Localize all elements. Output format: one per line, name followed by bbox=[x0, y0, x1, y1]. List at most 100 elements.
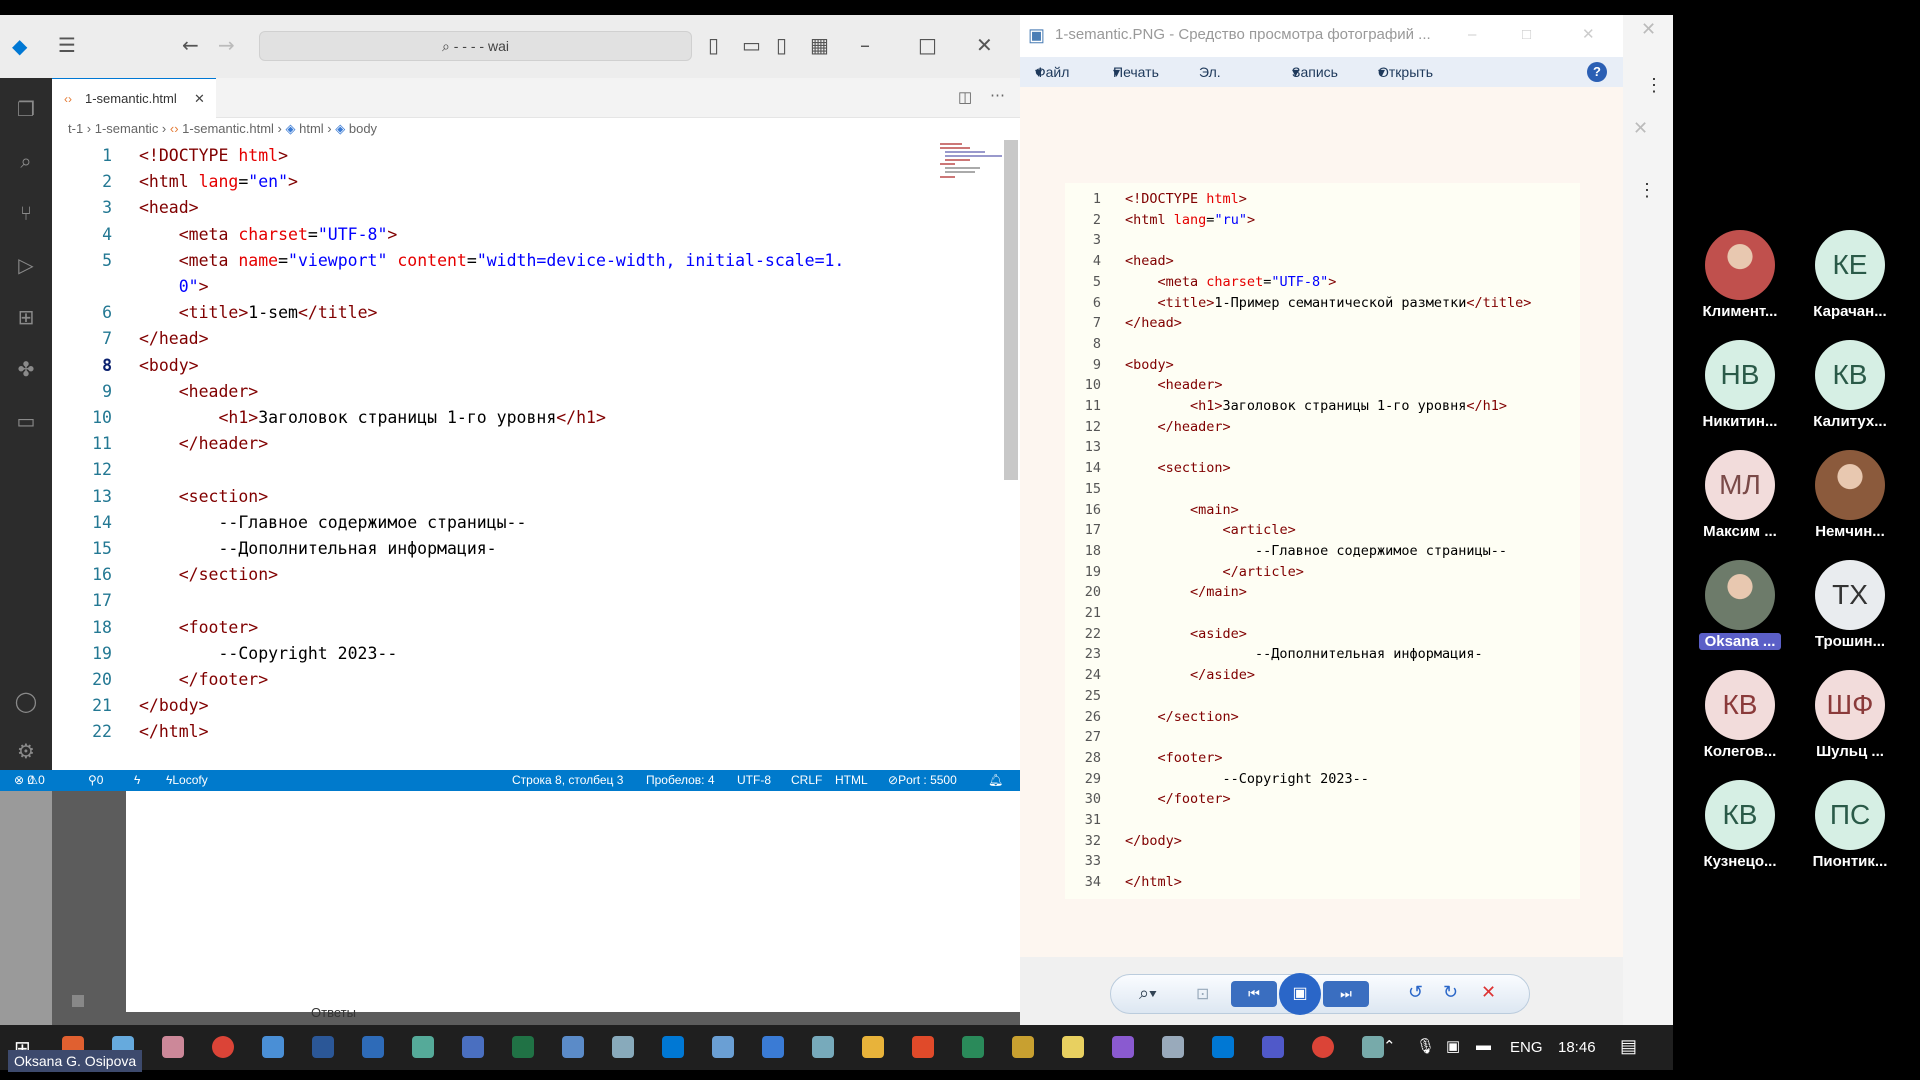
explorer-icon[interactable]: ❐ bbox=[13, 96, 39, 122]
app-icon[interactable] bbox=[812, 1036, 834, 1058]
network-icon[interactable]: ▣ bbox=[1446, 1037, 1460, 1055]
extensions-icon[interactable]: ⊞ bbox=[13, 304, 39, 330]
code-line[interactable]: </html> bbox=[139, 722, 209, 741]
participant-avatar[interactable]: ШФ bbox=[1815, 670, 1885, 740]
back-arrow-icon[interactable]: ← bbox=[182, 33, 199, 57]
participant-avatar[interactable]: КЕ bbox=[1815, 230, 1885, 300]
participant-photo[interactable] bbox=[1705, 230, 1775, 300]
participant-avatar[interactable]: ПС bbox=[1815, 780, 1885, 850]
breadcrumb-item[interactable]: body bbox=[349, 121, 377, 136]
teams-icon[interactable] bbox=[1262, 1036, 1284, 1058]
close-icon[interactable]: ✕ bbox=[1641, 19, 1656, 40]
tab-1-semantic-html[interactable]: ‹› 1-semantic.html ✕ bbox=[52, 78, 216, 118]
lightning-icon[interactable]: ϟ bbox=[134, 770, 140, 791]
zoom-icon[interactable]: ⌕▾ bbox=[1139, 983, 1157, 1004]
menu-file[interactable]: Файл ▾ bbox=[1035, 57, 1069, 87]
code-line[interactable]: </footer> bbox=[139, 670, 268, 689]
clock[interactable]: 18:46 bbox=[1558, 1039, 1596, 1056]
app-icon[interactable] bbox=[462, 1036, 484, 1058]
search-icon[interactable]: ⌕ bbox=[13, 148, 39, 174]
encoding[interactable]: UTF-8 bbox=[737, 770, 771, 791]
code-line[interactable]: 0"> bbox=[139, 277, 209, 296]
code-line[interactable]: </header> bbox=[139, 434, 268, 453]
participant-avatar[interactable]: ТХ bbox=[1815, 560, 1885, 630]
app-icon[interactable] bbox=[762, 1036, 784, 1058]
code-line[interactable]: <h1>Заголовок страницы 1-го уровня</h1> bbox=[139, 408, 605, 427]
code-line[interactable]: <title>1-sem</title> bbox=[139, 303, 378, 322]
split-editor-icon[interactable]: ◫ bbox=[958, 88, 972, 106]
more-actions-icon[interactable]: ⋯ bbox=[990, 86, 1005, 104]
ports-indicator[interactable]: ⚲ 0 bbox=[88, 770, 103, 791]
figma-icon[interactable]: ✤ bbox=[13, 356, 39, 382]
breadcrumb-item[interactable]: 1-semantic bbox=[95, 121, 159, 136]
app-icon[interactable] bbox=[712, 1036, 734, 1058]
menu-icon[interactable]: ☰ bbox=[58, 33, 76, 57]
code-line[interactable]: </body> bbox=[139, 696, 209, 715]
help-icon[interactable]: ? bbox=[1587, 62, 1607, 82]
next-button[interactable]: ⏭ bbox=[1323, 981, 1369, 1007]
app-icon[interactable] bbox=[1112, 1036, 1134, 1058]
breadcrumb-item[interactable]: t-1 bbox=[68, 121, 83, 136]
chrome-icon[interactable] bbox=[212, 1036, 234, 1058]
more-vertical-icon[interactable]: ⋮ bbox=[1638, 180, 1656, 201]
code-line[interactable]: <!DOCTYPE html> bbox=[139, 146, 288, 165]
app-icon[interactable] bbox=[1012, 1036, 1034, 1058]
excel-icon[interactable] bbox=[512, 1036, 534, 1058]
code-line[interactable]: </section> bbox=[139, 565, 278, 584]
maximize-icon[interactable]: □ bbox=[1522, 15, 1531, 55]
app-icon[interactable] bbox=[412, 1036, 434, 1058]
participant-avatar[interactable]: МЛ bbox=[1705, 450, 1775, 520]
notifications-bell-icon[interactable]: 🔔︎ bbox=[988, 770, 1003, 791]
battery-icon[interactable]: ▬ bbox=[1476, 1037, 1491, 1054]
minimap[interactable] bbox=[937, 140, 1002, 185]
file-explorer-icon[interactable] bbox=[862, 1036, 884, 1058]
menu-print[interactable]: Печать ▾ bbox=[1113, 57, 1159, 87]
locofy-status[interactable]: ϟ Locofy bbox=[166, 770, 208, 791]
customize-layout-icon[interactable]: ▦ bbox=[810, 33, 829, 57]
minimize-icon[interactable]: – bbox=[1468, 15, 1476, 55]
app-icon[interactable] bbox=[362, 1036, 384, 1058]
code-line[interactable]: --Дополнительная информация- bbox=[139, 539, 496, 558]
brave-icon[interactable] bbox=[912, 1036, 934, 1058]
maximize-icon[interactable]: □ bbox=[918, 33, 937, 57]
toggle-sidebar-icon[interactable]: ▯ bbox=[708, 33, 719, 57]
input-language[interactable]: ENG bbox=[1510, 1039, 1543, 1056]
more-vertical-icon[interactable]: ⋮ bbox=[1645, 75, 1663, 96]
slideshow-button[interactable]: ▣ bbox=[1279, 973, 1321, 1015]
code-line[interactable]: <head> bbox=[139, 198, 199, 217]
vscode-icon[interactable] bbox=[1212, 1036, 1234, 1058]
code-line[interactable]: <meta name="viewport" content="width=dev… bbox=[139, 251, 845, 270]
language-mode[interactable]: HTML bbox=[835, 770, 868, 791]
folder-icon[interactable]: ▭ bbox=[13, 408, 39, 434]
command-search-input[interactable]: ⌕ - - - - wai bbox=[259, 31, 692, 61]
microphone-icon[interactable]: 🎙︎ bbox=[1416, 1037, 1435, 1055]
problems-indicator[interactable]: ⊗ 0 ⚠ 0 bbox=[14, 770, 45, 791]
code-line[interactable]: <footer> bbox=[139, 618, 258, 637]
delete-icon[interactable]: ✕ bbox=[1481, 982, 1496, 1003]
close-icon[interactable]: ✕ bbox=[1582, 15, 1595, 55]
app-icon[interactable] bbox=[262, 1036, 284, 1058]
rotate-right-icon[interactable]: ↻ bbox=[1443, 982, 1458, 1003]
cursor-position[interactable]: Строка 8, столбец 3 bbox=[512, 770, 623, 791]
menu-open[interactable]: Открыть ▾ bbox=[1378, 57, 1433, 87]
code-line[interactable]: <section> bbox=[139, 487, 268, 506]
participant-avatar[interactable]: НВ bbox=[1705, 340, 1775, 410]
end-of-line[interactable]: CRLF bbox=[791, 770, 822, 791]
account-icon[interactable]: ◯ bbox=[13, 688, 39, 714]
minimize-icon[interactable]: – bbox=[860, 33, 870, 57]
menu-burn[interactable]: Запись ▾ bbox=[1292, 57, 1338, 87]
code-line[interactable]: </head> bbox=[139, 329, 209, 348]
app-icon[interactable] bbox=[162, 1036, 184, 1058]
app-icon[interactable] bbox=[1162, 1036, 1184, 1058]
close-icon[interactable]: ✕ bbox=[976, 33, 993, 57]
code-line[interactable]: <html lang="en"> bbox=[139, 172, 298, 191]
toggle-secondary-sidebar-icon[interactable]: ▯ bbox=[776, 33, 787, 57]
vscode-icon[interactable] bbox=[662, 1036, 684, 1058]
toggle-panel-icon[interactable]: ▭ bbox=[742, 33, 761, 57]
previous-button[interactable]: ⏮ bbox=[1231, 981, 1277, 1007]
code-line[interactable]: <header> bbox=[139, 382, 258, 401]
breadcrumb-item[interactable]: 1-semantic.html bbox=[182, 121, 274, 136]
photo-viewer-icon[interactable] bbox=[1362, 1036, 1384, 1058]
source-control-icon[interactable]: ⑂ bbox=[13, 200, 39, 226]
forward-arrow-icon[interactable]: → bbox=[218, 33, 235, 57]
